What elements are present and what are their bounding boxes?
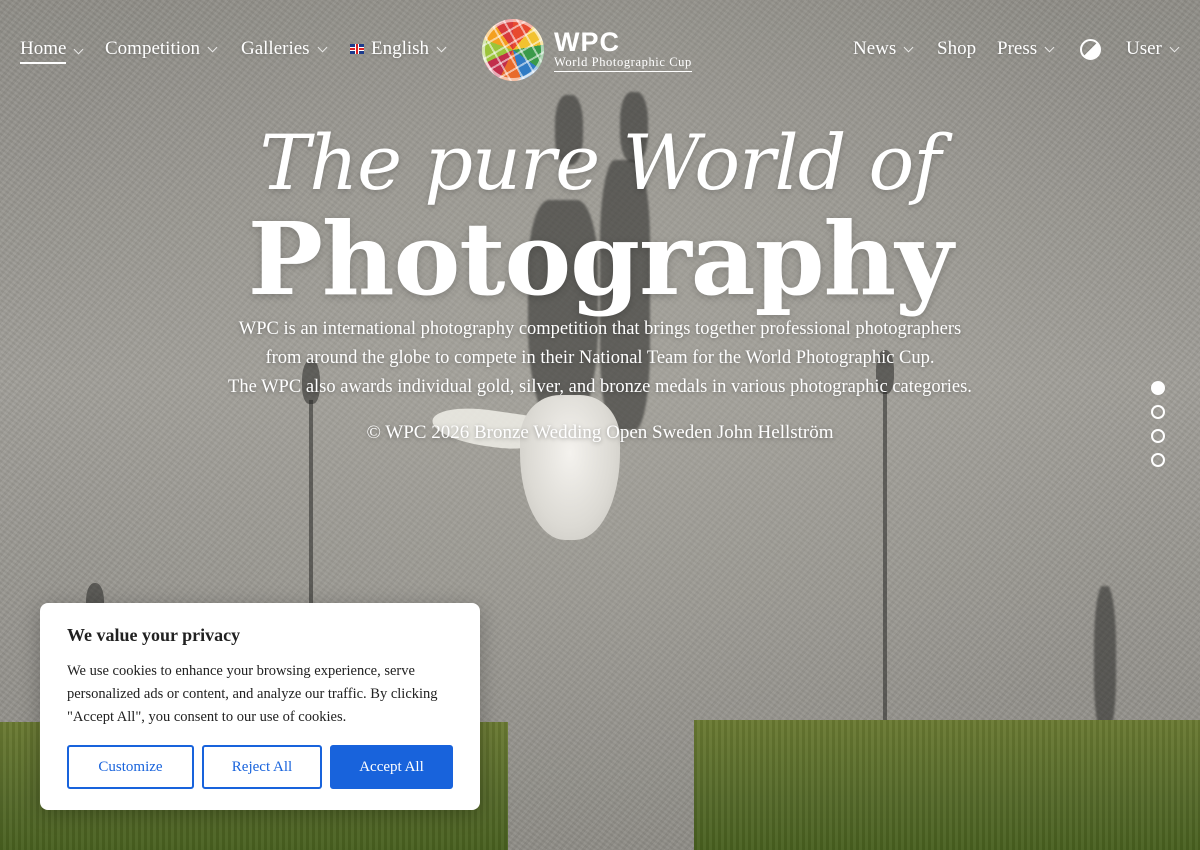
chevron-down-icon <box>73 44 84 54</box>
logo-title: WPC <box>554 26 620 57</box>
nav-shop-label: Shop <box>937 38 977 59</box>
nav-competition-label: Competition <box>105 38 200 59</box>
wedding-dress <box>520 395 620 540</box>
accept-all-button[interactable]: Accept All <box>330 745 453 789</box>
slider-dot[interactable] <box>1151 453 1165 467</box>
slider-pagination <box>1151 381 1165 467</box>
person-shadow <box>1094 586 1116 736</box>
slider-dot[interactable] <box>1151 429 1165 443</box>
logo-globe-icon <box>482 19 544 81</box>
nav-galleries-label: Galleries <box>241 38 310 59</box>
nav-news-label: News <box>853 38 897 59</box>
nav-competition[interactable]: Competition <box>105 38 218 60</box>
nav-user-label: User <box>1126 38 1162 59</box>
top-navigation: Home Competition Galleries English WPC W… <box>0 0 1200 100</box>
cookie-text: We use cookies to enhance your browsing … <box>67 663 438 725</box>
grass-right <box>694 720 1200 850</box>
hero-description-line: WPC is an international photography comp… <box>238 319 962 339</box>
chevron-down-icon <box>903 42 914 52</box>
nav-home[interactable]: Home <box>20 38 84 64</box>
hero-description: WPC is an international photography comp… <box>200 315 1000 402</box>
customize-button[interactable]: Customize <box>67 745 194 789</box>
cookie-buttons: Customize Reject All Accept All <box>67 745 453 789</box>
hero-script-title: The pure World of <box>259 118 942 207</box>
cookie-title: We value your privacy <box>67 625 241 645</box>
nav-galleries[interactable]: Galleries <box>241 38 328 60</box>
wpc-logo[interactable]: WPC World Photographic Cup <box>482 18 722 82</box>
nav-shop[interactable]: Shop <box>937 38 976 60</box>
nav-press-label: Press <box>997 38 1038 59</box>
contrast-icon[interactable] <box>1080 39 1101 60</box>
chevron-down-icon <box>436 42 447 52</box>
photo-credit: © WPC 2026 Bronze Wedding Open Sweden Jo… <box>366 422 834 443</box>
chevron-down-icon <box>1044 42 1055 52</box>
slider-dot[interactable] <box>1151 381 1165 395</box>
hero-description-line: The WPC also awards individual gold, sil… <box>228 377 972 397</box>
reject-all-button[interactable]: Reject All <box>202 745 322 789</box>
hero-title: Photography <box>247 200 954 318</box>
nav-language[interactable]: English <box>350 38 447 60</box>
logo-subtitle: World Photographic Cup <box>554 55 692 72</box>
chevron-down-icon <box>317 42 328 52</box>
nav-news[interactable]: News <box>853 38 914 60</box>
chevron-down-icon <box>1169 42 1180 52</box>
nav-home-label: Home <box>20 38 67 64</box>
uk-flag-icon <box>350 44 364 54</box>
nav-user[interactable]: User <box>1126 38 1180 60</box>
nav-press[interactable]: Press <box>997 38 1055 60</box>
nav-language-label: English <box>371 38 430 59</box>
slider-dot[interactable] <box>1151 405 1165 419</box>
chevron-down-icon <box>207 42 218 52</box>
hero-description-line: from around the globe to compete in thei… <box>265 348 935 368</box>
cookie-consent-banner: We value your privacy We use cookies to … <box>40 603 480 810</box>
